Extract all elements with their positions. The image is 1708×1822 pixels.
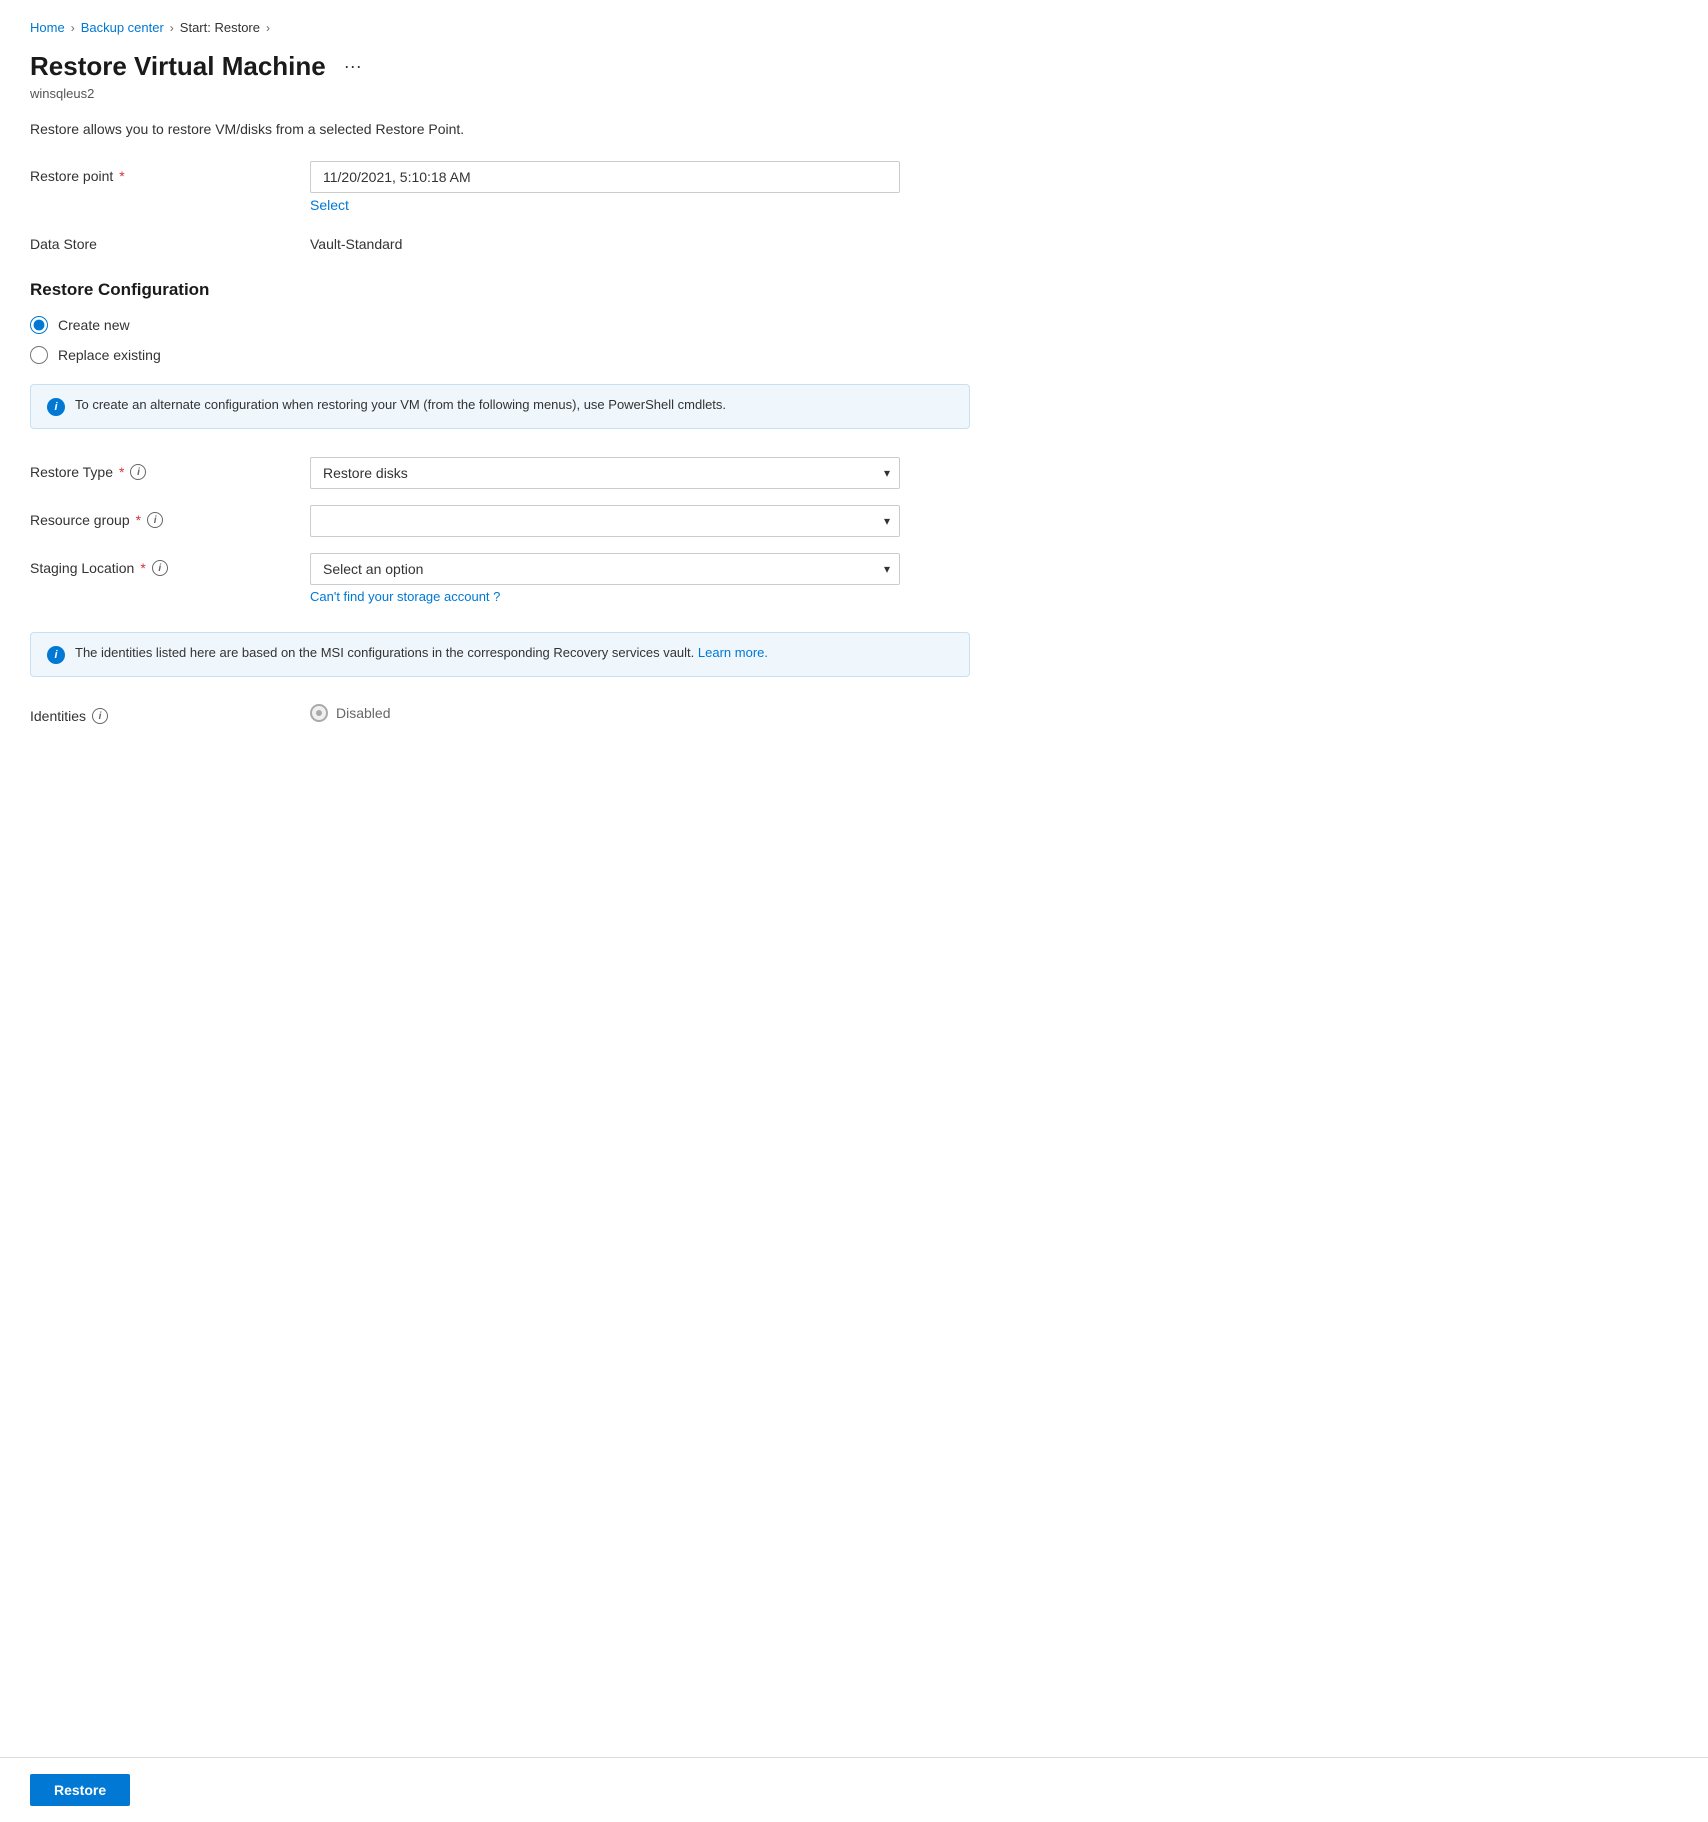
info-icon-identities: i [47, 646, 65, 664]
info-icon-powershell: i [47, 398, 65, 416]
radio-create-new-label: Create new [58, 317, 130, 333]
staging-location-row: Staging Location * i Select an option ▾ … [30, 553, 970, 604]
info-banner-powershell-text: To create an alternate configuration whe… [75, 397, 726, 412]
breadcrumb-sep-1: › [71, 21, 75, 35]
restore-point-label: Restore point * [30, 161, 310, 184]
breadcrumb-sep-3: › [266, 21, 270, 35]
resource-group-info-icon[interactable]: i [147, 512, 163, 528]
resource-group-required: * [136, 512, 141, 528]
page-title: Restore Virtual Machine [30, 51, 326, 82]
ellipsis-button[interactable]: ··· [338, 54, 368, 79]
data-store-value: Vault-Standard [310, 229, 970, 252]
restore-type-row: Restore Type * i Restore disks Create vi… [30, 457, 970, 489]
restore-point-value: 11/20/2021, 5:10:18 AM Select [310, 161, 970, 213]
breadcrumb-backup-center[interactable]: Backup center [81, 20, 164, 35]
restore-point-row: Restore point * 11/20/2021, 5:10:18 AM S… [30, 161, 970, 213]
restore-type-value: Restore disks Create virtual machine Rep… [310, 457, 970, 489]
footer-bar: Restore [0, 1757, 1708, 1822]
restore-point-required: * [119, 168, 124, 184]
radio-create-new-input[interactable] [30, 316, 48, 334]
resource-group-select[interactable] [310, 505, 900, 537]
page-header: Restore Virtual Machine ··· [30, 51, 970, 82]
disabled-radio-inner [316, 710, 322, 716]
data-store-row: Data Store Vault-Standard [30, 229, 970, 252]
staging-location-required: * [140, 560, 145, 576]
learn-more-link[interactable]: Learn more. [698, 645, 768, 660]
staging-location-info-icon[interactable]: i [152, 560, 168, 576]
restore-button[interactable]: Restore [30, 1774, 130, 1806]
identities-info-icon[interactable]: i [92, 708, 108, 724]
identities-label: Identities i [30, 701, 310, 724]
breadcrumb: Home › Backup center › Start: Restore › [30, 20, 970, 35]
restore-type-section: Restore Type * i Restore disks Create vi… [30, 457, 970, 604]
restore-type-select[interactable]: Restore disks Create virtual machine Rep… [310, 457, 900, 489]
info-banner-powershell: i To create an alternate configuration w… [30, 384, 970, 429]
restore-config-section: Restore Configuration Create new Replace… [30, 280, 970, 429]
identities-row: Identities i Disabled [30, 701, 970, 724]
radio-replace-existing-input[interactable] [30, 346, 48, 364]
staging-location-select[interactable]: Select an option [310, 553, 900, 585]
info-banner-identities: i The identities listed here are based o… [30, 632, 970, 677]
data-store-label: Data Store [30, 229, 310, 252]
resource-group-value: ▾ [310, 505, 970, 537]
radio-replace-existing[interactable]: Replace existing [30, 346, 970, 364]
identities-disabled-radio: Disabled [310, 704, 970, 722]
disabled-label: Disabled [336, 705, 390, 721]
identities-value: Disabled [310, 704, 970, 722]
restore-point-section: Restore point * 11/20/2021, 5:10:18 AM S… [30, 161, 970, 252]
data-store-text: Vault-Standard [310, 229, 970, 252]
page-description: Restore allows you to restore VM/disks f… [30, 121, 970, 137]
radio-replace-existing-label: Replace existing [58, 347, 161, 363]
staging-location-value: Select an option ▾ Can't find your stora… [310, 553, 970, 604]
restore-point-box: 11/20/2021, 5:10:18 AM [310, 161, 900, 193]
restore-config-heading: Restore Configuration [30, 280, 970, 300]
restore-type-info-icon[interactable]: i [130, 464, 146, 480]
subtitle: winsqleus2 [30, 86, 970, 101]
storage-account-link[interactable]: Can't find your storage account ? [310, 589, 970, 604]
restore-type-dropdown-wrapper: Restore disks Create virtual machine Rep… [310, 457, 900, 489]
breadcrumb-home[interactable]: Home [30, 20, 65, 35]
resource-group-label: Resource group * i [30, 505, 310, 528]
breadcrumb-sep-2: › [170, 21, 174, 35]
info-banner-identities-text: The identities listed here are based on … [75, 645, 768, 660]
restore-config-radio-group: Create new Replace existing [30, 316, 970, 364]
restore-point-select-link[interactable]: Select [310, 197, 970, 213]
restore-type-required: * [119, 464, 124, 480]
staging-location-dropdown-wrapper: Select an option ▾ [310, 553, 900, 585]
staging-location-label: Staging Location * i [30, 553, 310, 576]
radio-create-new[interactable]: Create new [30, 316, 970, 334]
restore-type-label: Restore Type * i [30, 457, 310, 480]
resource-group-dropdown-wrapper: ▾ [310, 505, 900, 537]
disabled-radio-circle [310, 704, 328, 722]
breadcrumb-current: Start: Restore [180, 20, 260, 35]
resource-group-row: Resource group * i ▾ [30, 505, 970, 537]
